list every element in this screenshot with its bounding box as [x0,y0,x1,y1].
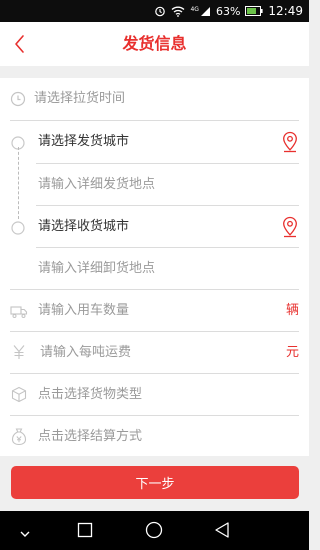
origin-address-label: 请输入详细发货地点 [38,177,156,192]
wifi-icon [171,6,185,17]
settlement-method-label: 点击选择结算方式 [38,429,143,444]
origin-address-row[interactable]: 请输入详细发货地点 [0,164,309,206]
money-bag-icon [11,427,27,450]
currency-unit: 元 [285,345,299,360]
yuan-icon [12,344,26,364]
status-bar: 4G 63% 12:49 [0,0,309,22]
home-icon[interactable] [145,521,163,543]
signal-label: 4G [190,5,199,13]
destination-dot-icon [11,220,25,239]
destination-address-row[interactable]: 请输入详细卸货地点 [0,248,309,290]
route-connector [18,147,19,219]
settlement-method-row[interactable]: 点击选择结算方式 [0,416,309,458]
back-triangle-icon[interactable] [214,521,230,543]
header: 发货信息 [0,22,309,66]
signal-icon: 4G [190,6,210,17]
cargo-type-row[interactable]: 点击选择货物类型 [0,374,309,416]
shipping-form: 请选择拉货时间 请选择发货城市 请输入详细发货地点 请选择收货城市 请输入详细卸… [0,78,309,456]
system-nav-bar [0,511,309,550]
vehicle-count-row[interactable]: 请输入用车数量 辆 [0,290,309,332]
recent-apps-icon[interactable] [77,522,93,542]
freight-rate-input: 请输入每吨运费 [40,345,132,360]
destination-address-label: 请输入详细卸货地点 [38,261,156,276]
back-chevron-icon[interactable] [8,32,32,56]
origin-city-row[interactable]: 请选择发货城市 [0,121,309,163]
status-time: 12:49 [268,4,303,18]
pickup-time-row[interactable]: 请选择拉货时间 [0,78,309,120]
box-icon [11,386,27,407]
truck-icon [10,304,28,323]
battery-percent: 63% [215,4,241,18]
destination-city-label: 请选择收货城市 [38,219,130,234]
location-pin-icon[interactable] [281,216,299,242]
origin-city-label: 请选择发货城市 [38,134,130,149]
next-step-button[interactable]: 下一步 [11,466,299,499]
clock-icon [10,91,26,111]
battery-icon [245,6,264,16]
collapse-chevron-icon[interactable] [19,524,31,543]
page-title: 发货信息 [122,34,187,53]
freight-rate-row[interactable]: 请输入每吨运费 元 [0,332,309,374]
pickup-time-label: 请选择拉货时间 [34,91,126,106]
cargo-type-label: 点击选择货物类型 [38,387,143,402]
alarm-icon [154,5,166,17]
vehicle-unit: 辆 [285,303,299,318]
vehicle-count-input: 请输入用车数量 [38,303,130,318]
destination-city-row[interactable]: 请选择收货城市 [0,206,309,248]
location-pin-icon[interactable] [281,131,299,157]
